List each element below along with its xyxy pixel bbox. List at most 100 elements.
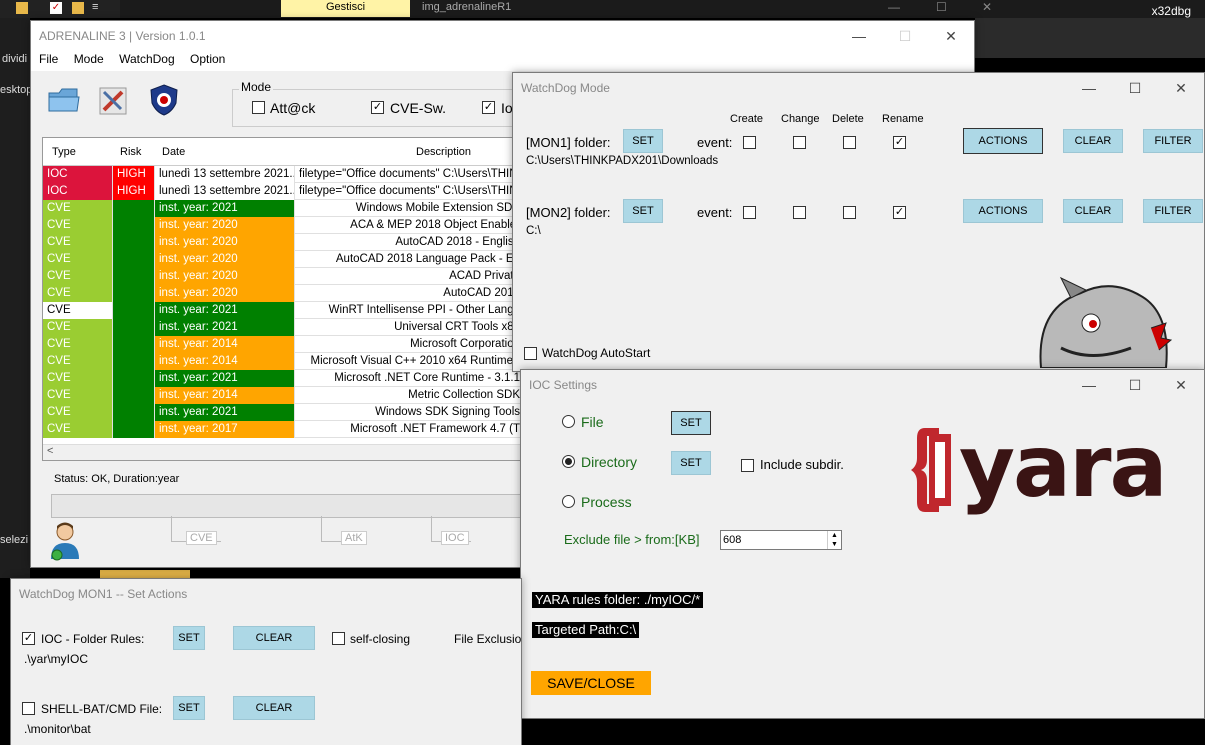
user-avatar-icon[interactable]: [47, 521, 83, 561]
maximize-icon[interactable]: ☐: [1112, 73, 1158, 103]
mon2-filter-button[interactable]: FILTER: [1143, 199, 1203, 223]
col-description[interactable]: Description: [416, 146, 471, 158]
folder-open-icon[interactable]: [47, 85, 81, 115]
table-row[interactable]: CVE inst. year: 2020 ACAD Private: [43, 268, 521, 285]
cell-desc: Metric Collection SDK: [295, 387, 521, 404]
mon2-change-checkbox[interactable]: [793, 206, 806, 219]
mon2-rename-checkbox[interactable]: ✓: [893, 206, 906, 219]
cve-sw-checkbox[interactable]: ✓: [371, 101, 384, 114]
table-row[interactable]: CVE inst. year: 2014 Microsoft Visual C++ …: [43, 353, 521, 370]
file-radio-label: File: [581, 414, 604, 430]
tab-gestisci[interactable]: Gestisci: [281, 0, 410, 17]
ioc-checkbox[interactable]: ✓: [482, 101, 495, 114]
ioc-folder-rules-checkbox[interactable]: ✓: [22, 632, 35, 645]
table-row[interactable]: CVE inst. year: 2021 Windows Mobile Extens…: [43, 200, 521, 217]
menu-mode[interactable]: Mode: [74, 52, 104, 66]
folder-icon[interactable]: [16, 2, 28, 14]
table-row[interactable]: CVE inst. year: 2021 Universal CRT Tools x…: [43, 319, 521, 336]
mon1-filter-button[interactable]: FILTER: [1143, 129, 1203, 153]
main-title: ADRENALINE 3 | Version 1.0.1: [39, 29, 206, 43]
attack-checkbox[interactable]: [252, 101, 265, 114]
tools-icon[interactable]: [97, 85, 129, 117]
tab-ioc[interactable]: IOC: [441, 531, 469, 545]
autostart-checkbox[interactable]: [524, 347, 537, 360]
col-date[interactable]: Date: [162, 146, 185, 158]
mon2-create-checkbox[interactable]: [743, 206, 756, 219]
col-risk[interactable]: Risk: [120, 146, 141, 158]
self-closing-checkbox[interactable]: [332, 632, 345, 645]
mon1-clear-button[interactable]: CLEAR: [1063, 129, 1123, 153]
ioc-set-button[interactable]: SET: [173, 626, 205, 650]
yara-logo: yara: [911, 420, 1196, 520]
shell-clear-button[interactable]: CLEAR: [233, 696, 315, 720]
minimize-icon[interactable]: —: [836, 21, 882, 51]
horizontal-scrollbar[interactable]: <: [43, 444, 521, 460]
ioc-label: Io: [501, 100, 513, 116]
table-row[interactable]: CVE inst. year: 2021 WinRT Intellisense PP…: [43, 302, 521, 319]
tab-atk[interactable]: AtK: [341, 531, 367, 545]
scroll-left-icon[interactable]: <: [47, 445, 53, 457]
shield-icon[interactable]: [148, 83, 180, 117]
table-row[interactable]: CVE inst. year: 2020 AutoCAD 2018 - Englis…: [43, 234, 521, 251]
shell-bat-checkbox[interactable]: [22, 702, 35, 715]
table-row[interactable]: CVE inst. year: 2021 Windows SDK Signing T…: [43, 404, 521, 421]
label-dividi: dividi: [2, 53, 28, 65]
table-row[interactable]: CVE inst. year: 2020 ACA & MEP 2018 Object…: [43, 217, 521, 234]
mon1-set-button[interactable]: SET: [623, 129, 663, 153]
directory-set-button[interactable]: SET: [671, 451, 711, 475]
minimize-icon[interactable]: —: [1066, 73, 1112, 103]
exclude-size-stepper[interactable]: 608 ▲ ▼: [720, 530, 842, 550]
folder-icon-2[interactable]: [72, 2, 84, 14]
table-row[interactable]: CVE inst. year: 2014 Metric Collection SDK: [43, 387, 521, 404]
menu-watchdog[interactable]: WatchDog: [119, 52, 175, 66]
check-icon[interactable]: ✓: [50, 2, 62, 14]
mon2-clear-button[interactable]: CLEAR: [1063, 199, 1123, 223]
menu-file[interactable]: File: [39, 52, 58, 66]
shell-set-button[interactable]: SET: [173, 696, 205, 720]
col-type[interactable]: Type: [52, 146, 76, 158]
maximize-icon[interactable]: ☐: [1112, 370, 1158, 400]
save-close-button[interactable]: SAVE/CLOSE: [531, 671, 651, 695]
mon1-create-checkbox[interactable]: [743, 136, 756, 149]
cell-date: inst. year: 2014: [155, 336, 295, 353]
close-icon[interactable]: ✕: [1158, 370, 1204, 400]
mon2-delete-checkbox[interactable]: [843, 206, 856, 219]
table-row[interactable]: CVE inst. year: 2014 Microsoft Corporation: [43, 336, 521, 353]
cell-desc: Windows Mobile Extension SDK: [295, 200, 521, 217]
mon1-delete-checkbox[interactable]: [843, 136, 856, 149]
mon2-set-button[interactable]: SET: [623, 199, 663, 223]
mon1-rename-checkbox[interactable]: ✓: [893, 136, 906, 149]
include-subdir-checkbox[interactable]: [741, 459, 754, 472]
directory-radio[interactable]: [562, 455, 575, 468]
menu-option[interactable]: Option: [190, 52, 225, 66]
maximize-icon[interactable]: ☐: [882, 21, 928, 51]
tab-cve[interactable]: CVE: [186, 531, 217, 545]
ioc-clear-button[interactable]: CLEAR: [233, 626, 315, 650]
cell-risk: [113, 285, 155, 302]
results-table[interactable]: Type Risk Date Description IOC HIGH lunedì…: [42, 137, 522, 461]
mon1-actions-button[interactable]: ACTIONS: [963, 128, 1043, 154]
mon1-event-label: event:: [697, 135, 733, 150]
table-row[interactable]: CVE inst. year: 2017 Microsoft .NET Framew…: [43, 421, 521, 438]
mon2-actions-button[interactable]: ACTIONS: [963, 199, 1043, 223]
spinner-arrows-icon[interactable]: ▲ ▼: [827, 531, 841, 549]
table-row[interactable]: CVE inst. year: 2021 Microsoft .NET Core R…: [43, 370, 521, 387]
table-row[interactable]: CVE inst. year: 2020 AutoCAD 2018 Language…: [43, 251, 521, 268]
file-set-button[interactable]: SET: [671, 411, 711, 435]
table-row[interactable]: CVE inst. year: 2020 AutoCAD 2018: [43, 285, 521, 302]
table-row[interactable]: IOC HIGH lunedì 13 settembre 2021... filety…: [43, 183, 521, 200]
cell-desc: AutoCAD 2018 - English: [295, 234, 521, 251]
quick-access-bar: ✓ ≡: [0, 0, 120, 18]
file-radio[interactable]: [562, 415, 575, 428]
close-icon[interactable]: ✕: [928, 21, 974, 51]
minimize-icon[interactable]: —: [1066, 370, 1112, 400]
process-radio[interactable]: [562, 495, 575, 508]
cell-desc: filetype="Office documents" C:\Users\THI…: [295, 183, 521, 200]
mon1-change-checkbox[interactable]: [793, 136, 806, 149]
table-row[interactable]: IOC HIGH lunedì 13 settembre 2021... filety…: [43, 166, 521, 183]
ioc-window-controls: — ☐ ✕: [1066, 370, 1204, 400]
tab-img-adrenaline[interactable]: img_adrenalineR1: [414, 0, 519, 17]
overflow-icon[interactable]: ≡: [92, 1, 98, 13]
bulldog-mascot-icon: [1031, 268, 1181, 369]
close-icon[interactable]: ✕: [1158, 73, 1204, 103]
